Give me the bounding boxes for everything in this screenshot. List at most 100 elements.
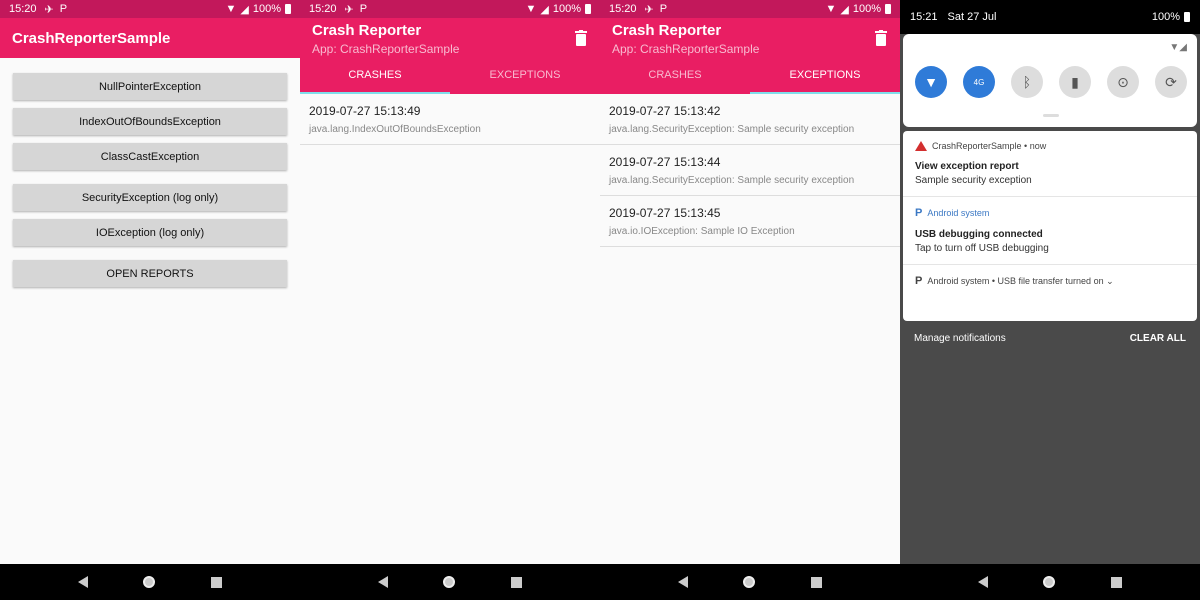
network-icons: ▼◢ <box>1169 42 1187 53</box>
notification-shade: 15:21 Sat 27 Jul 100% ▼◢ ▼ 4G ᛒ ▮ ⊙ ⟳ Cr… <box>900 0 1200 600</box>
io-exception-button[interactable]: IOException (log only) <box>13 219 287 246</box>
battery-icon <box>285 4 291 14</box>
wifi-icon: ▼ <box>225 3 237 15</box>
status-bar: 15:20 ✈ P ▼ ◢ 100% <box>300 0 600 18</box>
p-app-icon: P <box>359 3 368 15</box>
manage-notifications-button[interactable]: Manage notifications <box>914 333 1006 344</box>
status-bar: 15:20 ✈ P ▼ ◢ 100% <box>0 0 300 18</box>
list-item[interactable]: 2019-07-27 15:13:42 java.lang.SecurityEx… <box>600 94 900 145</box>
recents-icon[interactable] <box>211 576 223 588</box>
shade-actions: Manage notifications CLEAR ALL <box>900 333 1200 344</box>
exceptions-screen: 15:20 ✈ P ▼ ◢ 100% Crash Reporter App: Cras… <box>600 0 900 600</box>
open-reports-button[interactable]: OPEN REPORTS <box>13 260 287 287</box>
status-time: 15:20 <box>609 3 637 15</box>
battery-text: 100% <box>552 3 581 15</box>
main-screen: 15:20 ✈ P ▼ ◢ 100% CrashReporterSample Null… <box>0 0 300 600</box>
tab-crashes[interactable]: CRASHES <box>600 58 750 94</box>
home-icon[interactable] <box>143 576 156 588</box>
tab-exceptions[interactable]: EXCEPTIONS <box>750 58 900 94</box>
notification-title: View exception report <box>915 161 1019 172</box>
button-list: NullPointerException IndexOutOfBoundsExc… <box>0 58 300 310</box>
twitter-icon: ✈ <box>644 3 654 16</box>
recents-icon[interactable] <box>511 576 523 588</box>
notification-app: CrashReporterSample • now <box>932 141 1047 151</box>
twitter-icon: ✈ <box>344 3 354 16</box>
status-bar: 15:20 ✈ P ▼ ◢ 100% <box>600 0 900 18</box>
notification-item[interactable]: CrashReporterSample • now View exception… <box>903 131 1197 197</box>
back-icon[interactable] <box>677 576 688 588</box>
quick-settings: ▼◢ ▼ 4G ᛒ ▮ ⊙ ⟳ <box>903 34 1197 127</box>
twitter-icon: ✈ <box>44 3 54 16</box>
signal-icon: ◢ <box>540 3 549 16</box>
crashes-screen: 15:20 ✈ P ▼ ◢ 100% Crash Reporter App: Cras… <box>300 0 600 600</box>
tab-exceptions[interactable]: EXCEPTIONS <box>450 58 600 94</box>
item-date: 2019-07-27 15:13:49 <box>309 104 421 118</box>
battery-text: 100% <box>252 3 281 15</box>
app-bar: Crash Reporter App: CrashReporterSample … <box>600 18 900 94</box>
battery-text: 100% <box>1151 11 1180 23</box>
delete-icon[interactable] <box>874 30 888 46</box>
nav-bar <box>300 564 600 600</box>
battery-icon <box>585 4 591 14</box>
app-bar: CrashReporterSample <box>0 18 300 58</box>
app-bar: Crash Reporter App: CrashReporterSample … <box>300 18 600 94</box>
wifi-icon[interactable]: ▼ <box>915 66 947 98</box>
index-out-of-bounds-button[interactable]: IndexOutOfBoundsException <box>13 108 287 135</box>
battery-text: 100% <box>852 3 881 15</box>
delete-icon[interactable] <box>574 30 588 46</box>
notification-text: Sample security exception <box>915 175 1032 186</box>
status-time: 15:20 <box>309 3 337 15</box>
page-title: Crash Reporter <box>612 22 722 39</box>
list-item[interactable]: 2019-07-27 15:13:45 java.io.IOException:… <box>600 196 900 247</box>
p-app-icon: P <box>59 3 68 15</box>
item-date: 2019-07-27 15:13:42 <box>609 104 721 118</box>
battery-icon <box>1184 12 1190 22</box>
clear-all-button[interactable]: CLEAR ALL <box>1130 333 1186 344</box>
home-icon[interactable] <box>743 576 756 588</box>
home-icon[interactable] <box>1043 576 1056 588</box>
recents-icon[interactable] <box>811 576 823 588</box>
page-subtitle: App: CrashReporterSample <box>312 42 460 56</box>
notification-list: CrashReporterSample • now View exception… <box>903 131 1197 321</box>
recents-icon[interactable] <box>1111 576 1123 588</box>
security-exception-button[interactable]: SecurityException (log only) <box>13 184 287 211</box>
bluetooth-icon[interactable]: ᛒ <box>1011 66 1043 98</box>
auto-rotate-icon[interactable]: ⟳ <box>1155 66 1187 98</box>
null-pointer-button[interactable]: NullPointerException <box>13 73 287 100</box>
class-cast-button[interactable]: ClassCastException <box>13 143 287 170</box>
notification-app: Android system • USB file transfer turne… <box>927 275 1114 286</box>
status-bar: 15:21 Sat 27 Jul 100% <box>900 0 1200 34</box>
item-exception: java.lang.SecurityException: Sample secu… <box>609 175 855 186</box>
flashlight-icon[interactable]: ▮ <box>1059 66 1091 98</box>
back-icon[interactable] <box>77 576 88 588</box>
android-p-icon: P <box>915 275 923 287</box>
item-exception: java.lang.IndexOutOfBoundsException <box>309 124 481 135</box>
android-p-icon: P <box>915 207 923 219</box>
item-date: 2019-07-27 15:13:45 <box>609 206 721 220</box>
notification-title: USB debugging connected <box>915 229 1043 240</box>
wifi-icon: ▼ <box>525 3 537 15</box>
mobile-data-icon[interactable]: 4G <box>963 66 995 98</box>
item-exception: java.lang.SecurityException: Sample secu… <box>609 124 855 135</box>
status-time: 15:20 <box>9 3 37 15</box>
notification-app: Android system <box>927 208 990 218</box>
status-date: Sat 27 Jul <box>947 11 997 23</box>
drag-handle[interactable] <box>1043 114 1059 117</box>
location-icon[interactable]: ⊙ <box>1107 66 1139 98</box>
home-icon[interactable] <box>443 576 456 588</box>
notification-item[interactable]: P Android system • USB file transfer turn… <box>903 265 1197 297</box>
page-title: Crash Reporter <box>312 22 422 39</box>
tab-crashes[interactable]: CRASHES <box>300 58 450 94</box>
notification-item[interactable]: P Android system USB debugging connected … <box>903 197 1197 265</box>
back-icon[interactable] <box>377 576 388 588</box>
crash-list: 2019-07-27 15:13:49 java.lang.IndexOutOf… <box>300 94 600 145</box>
warning-icon <box>915 141 927 151</box>
list-item[interactable]: 2019-07-27 15:13:49 java.lang.IndexOutOf… <box>300 94 600 145</box>
signal-icon: ◢ <box>240 3 249 16</box>
tab-bar: CRASHES EXCEPTIONS <box>600 58 900 94</box>
battery-icon <box>885 4 891 14</box>
app-title: CrashReporterSample <box>12 30 171 47</box>
list-item[interactable]: 2019-07-27 15:13:44 java.lang.SecurityEx… <box>600 145 900 196</box>
back-icon[interactable] <box>977 576 988 588</box>
nav-bar <box>0 564 300 600</box>
